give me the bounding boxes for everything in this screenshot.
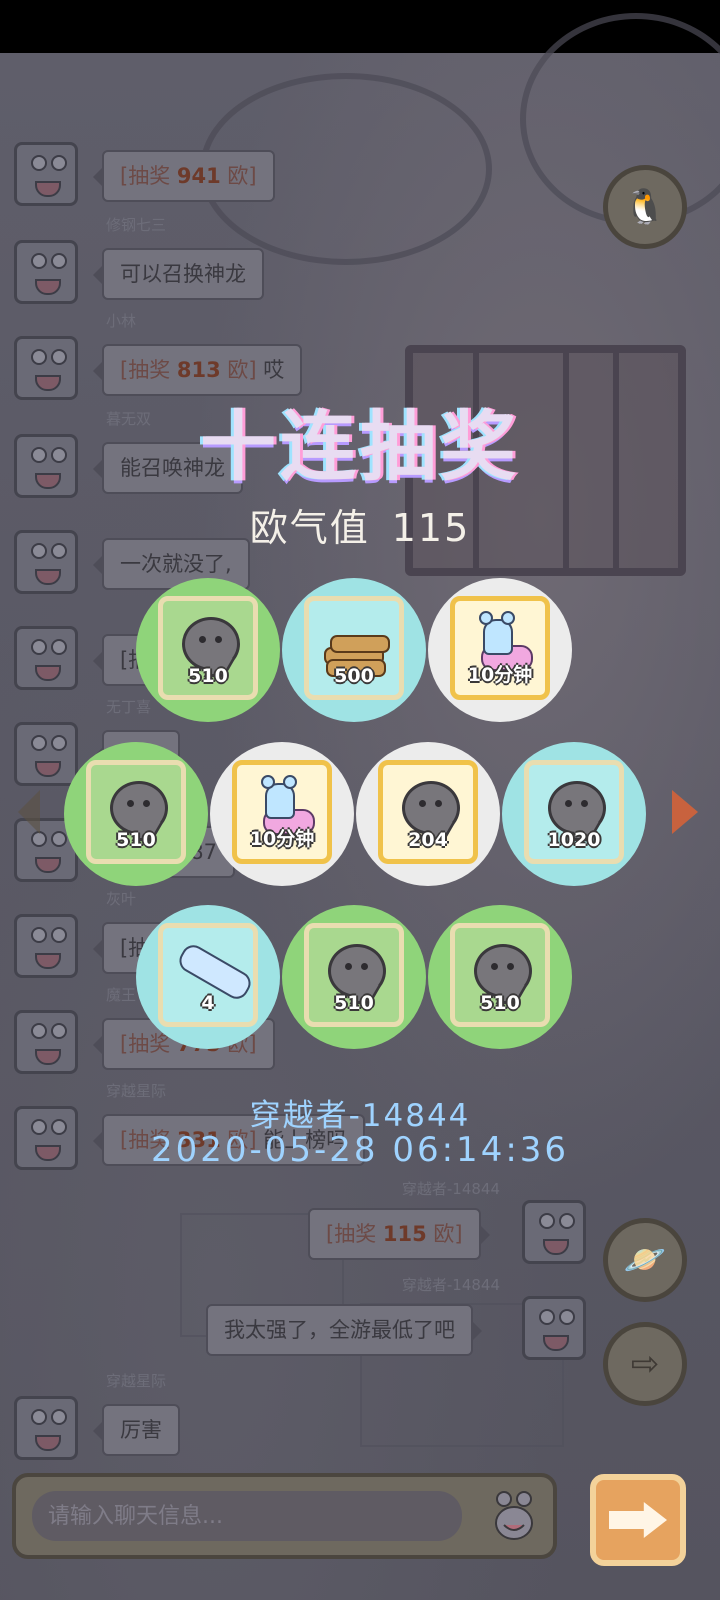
sender-name: 修钢七三 (106, 216, 167, 234)
penguin-icon: 🐧 (623, 187, 667, 227)
reward-card: 10分钟 (232, 760, 332, 864)
next-button[interactable]: ⇨ (603, 1322, 687, 1406)
reward-quantity: 510 (480, 992, 520, 1014)
lottery-prefix: [抽奖 (120, 358, 177, 382)
my-avatar[interactable] (522, 1296, 586, 1360)
message-text: 哎 (256, 358, 285, 382)
draw-timestamp: 2020-05-28 06:14:36 (150, 1130, 570, 1170)
reward-item[interactable]: 500 (282, 578, 426, 722)
avatar[interactable] (14, 1396, 78, 1460)
chat-bubble: 厉害 (93, 1404, 180, 1456)
snail-emoji-icon[interactable] (490, 1489, 538, 1543)
reward-card: 1020 (524, 760, 624, 864)
soul-blob-icon (548, 781, 606, 835)
lottery-number: 115 (382, 1222, 427, 1246)
sender-name: 小林 (106, 312, 137, 330)
lottery-prefix: [抽奖 (120, 164, 177, 188)
sender-name: 魔王 (106, 986, 137, 1004)
prev-arrow-icon (18, 790, 40, 834)
avatar[interactable] (14, 240, 78, 304)
my-chat-bubble: [抽奖 115 欧] (308, 1208, 490, 1260)
send-button[interactable] (590, 1474, 686, 1566)
arrow-right-icon: ⇨ (630, 1344, 660, 1384)
luck-value-row: 欧气值 115 (0, 497, 720, 552)
chat-bubble: [抽奖 941 欧] (93, 150, 275, 202)
reward-quantity: 500 (334, 665, 374, 687)
sender-name: 穿越者-14844 (401, 1276, 500, 1294)
planet-button[interactable]: 🪐 (603, 1218, 687, 1302)
my-avatar[interactable] (522, 1200, 586, 1264)
lottery-suffix: 欧] (220, 358, 257, 382)
planet-icon: 🪐 (623, 1240, 667, 1280)
reward-item[interactable]: 510 (136, 578, 280, 722)
avatar[interactable] (14, 1010, 78, 1074)
lottery-suffix: 欧] (220, 164, 257, 188)
avatar[interactable] (14, 142, 78, 206)
luck-value: 115 (391, 506, 471, 550)
reward-quantity: 1020 (547, 829, 601, 851)
scroll-icon (175, 940, 255, 1004)
reward-item[interactable]: 204 (356, 742, 500, 886)
reward-card: 4 (158, 923, 258, 1027)
soul-blob-icon (474, 944, 532, 998)
sender-name: 灰叶 (106, 890, 137, 908)
reward-card: 10分钟 (450, 596, 550, 700)
reward-quantity: 510 (188, 665, 228, 687)
draw-title: 十连抽奖 (200, 402, 520, 491)
send-arrow-icon (609, 1502, 667, 1538)
reward-card: 510 (450, 923, 550, 1027)
avatar[interactable] (14, 626, 78, 690)
sender-name: 无丁喜 (106, 698, 152, 716)
reward-item[interactable]: 510 (64, 742, 208, 886)
sender-name: 穿越星际 (106, 1372, 167, 1390)
my-chat-bubble: 我太强了，全游最低了吧 (206, 1304, 482, 1356)
chat-bubble: 可以召换神龙 (93, 248, 264, 300)
lottery-suffix: 欧] (426, 1222, 463, 1246)
message-text: 我太强了，全游最低了吧 (224, 1318, 455, 1342)
message-text: 厉害 (120, 1418, 162, 1442)
reward-quantity: 510 (334, 992, 374, 1014)
reward-quantity: 10分钟 (249, 828, 315, 850)
reward-quantity: 4 (201, 992, 215, 1014)
lottery-number: 941 (176, 164, 221, 188)
reward-quantity: 510 (116, 829, 156, 851)
message-text: 可以召换神龙 (120, 262, 246, 286)
reward-card: 510 (304, 923, 404, 1027)
message-text: 一次就没了, (120, 552, 232, 576)
reward-item[interactable]: 10分钟 (428, 578, 572, 722)
soul-blob-icon (182, 617, 240, 671)
soul-blob-icon (402, 781, 460, 835)
player-name: 穿越者-14844 (249, 1098, 471, 1134)
reward-item[interactable]: 510 (428, 905, 572, 1049)
next-arrow-icon[interactable] (672, 790, 698, 834)
lottery-prefix: [抽奖 (326, 1222, 383, 1246)
reward-card: 204 (378, 760, 478, 864)
reward-quantity: 10分钟 (467, 664, 533, 686)
reward-card: 510 (86, 760, 186, 864)
reward-quantity: 204 (408, 829, 448, 851)
lottery-number: 813 (176, 358, 221, 382)
chat-input[interactable] (32, 1491, 462, 1541)
soul-blob-icon (110, 781, 168, 835)
penguin-button[interactable]: 🐧 (603, 165, 687, 249)
chat-input-bar (12, 1473, 557, 1559)
reward-card: 510 (158, 596, 258, 700)
avatar[interactable] (14, 914, 78, 978)
reward-item[interactable]: 510 (282, 905, 426, 1049)
reward-item[interactable]: 4 (136, 905, 280, 1049)
reward-item[interactable]: 10分钟 (210, 742, 354, 886)
soul-blob-icon (328, 944, 386, 998)
sender-name: 穿越者-14844 (401, 1180, 500, 1198)
avatar[interactable] (14, 722, 78, 786)
reward-card: 500 (304, 596, 404, 700)
reward-item[interactable]: 1020 (502, 742, 646, 886)
luck-label: 欧气值 (249, 506, 370, 550)
